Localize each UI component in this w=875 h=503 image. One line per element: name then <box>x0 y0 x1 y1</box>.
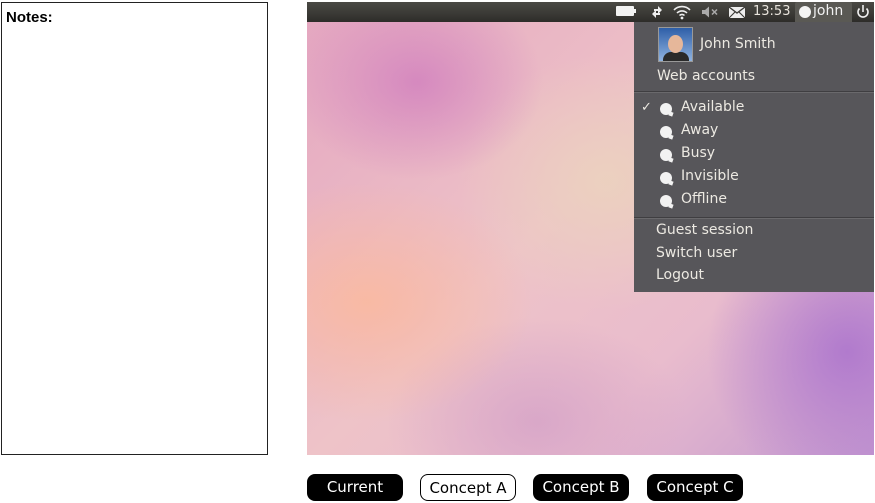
menu-divider <box>634 217 874 219</box>
status-label: Away <box>681 122 719 138</box>
concept-b-button[interactable]: Concept B <box>533 474 629 501</box>
user-status-icon <box>799 6 811 18</box>
panel-username: john <box>813 3 844 19</box>
mail-icon[interactable] <box>727 2 747 22</box>
current-button[interactable]: Current <box>307 474 403 501</box>
desktop-wallpaper: 13:53 john John Smith Web accounts ✓ Ava… <box>307 2 874 455</box>
status-label: Available <box>681 99 745 115</box>
user-dropdown-menu: John Smith Web accounts ✓ Available Away… <box>634 22 874 292</box>
status-label: Offline <box>681 191 727 207</box>
status-item-available[interactable]: ✓ Available <box>634 98 874 120</box>
web-accounts-item[interactable]: Web accounts <box>657 68 755 84</box>
avatar <box>658 27 693 62</box>
user-menu-button[interactable]: john <box>795 2 852 22</box>
concept-a-button[interactable]: Concept A <box>420 474 516 501</box>
status-bubble-icon <box>660 126 672 138</box>
status-item-offline[interactable]: Offline <box>634 190 874 212</box>
status-bubble-icon <box>660 103 672 115</box>
status-bubble-icon <box>660 172 672 184</box>
concept-c-button[interactable]: Concept C <box>647 474 743 501</box>
switch-user-item[interactable]: Switch user <box>656 245 737 261</box>
top-panel: 13:53 john <box>307 2 874 22</box>
status-item-invisible[interactable]: Invisible <box>634 167 874 189</box>
battery-icon[interactable] <box>616 6 636 16</box>
power-icon[interactable] <box>855 2 871 22</box>
status-bubble-icon <box>660 149 672 161</box>
status-label: Invisible <box>681 168 739 184</box>
guest-session-item[interactable]: Guest session <box>656 222 753 238</box>
network-icon[interactable] <box>650 2 664 22</box>
notes-title: Notes: <box>6 9 53 26</box>
check-icon: ✓ <box>641 100 652 115</box>
notes-panel[interactable]: Notes: <box>1 2 268 455</box>
status-item-busy[interactable]: Busy <box>634 144 874 166</box>
logout-item[interactable]: Logout <box>656 267 704 283</box>
menu-divider <box>634 91 874 93</box>
status-bubble-icon <box>660 195 672 207</box>
status-label: Busy <box>681 145 716 161</box>
status-item-away[interactable]: Away <box>634 121 874 143</box>
user-full-name[interactable]: John Smith <box>700 36 776 52</box>
wifi-icon[interactable] <box>673 2 691 22</box>
speaker-muted-icon[interactable] <box>700 2 720 22</box>
clock[interactable]: 13:53 <box>753 2 790 22</box>
